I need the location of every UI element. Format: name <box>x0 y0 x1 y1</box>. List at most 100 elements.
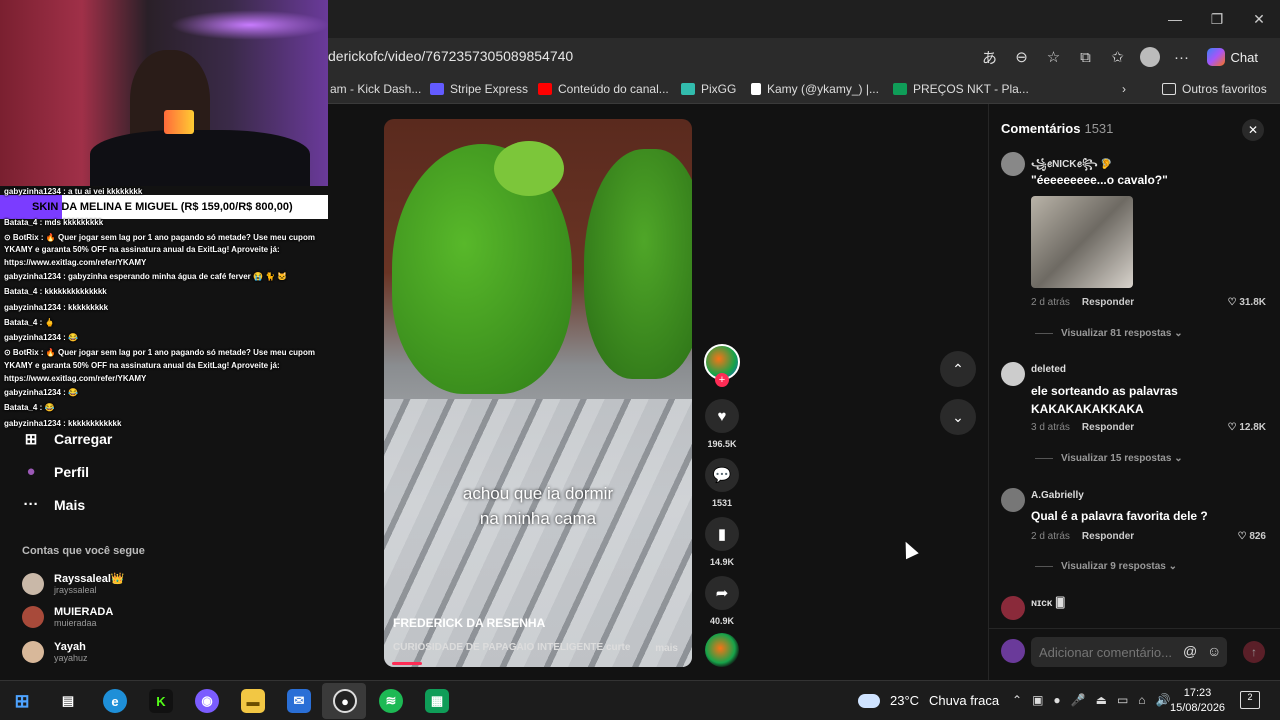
display-icon[interactable]: ▭ <box>1117 693 1128 707</box>
comments-title: Comentários 1531 <box>1001 121 1114 136</box>
outlook-icon[interactable]: ✉ <box>287 689 311 713</box>
profile-avatar[interactable] <box>1137 44 1163 70</box>
close-window-icon[interactable]: ✕ <box>1238 0 1280 38</box>
edge-browser-icon[interactable]: e <box>103 689 127 713</box>
eject-icon[interactable]: ⏏ <box>1096 693 1107 707</box>
volume-icon[interactable]: 🔊 <box>1156 693 1171 707</box>
close-comments-icon[interactable]: ✕ <box>1242 119 1264 141</box>
extension-icon[interactable]: ⧉ <box>1073 44 1099 70</box>
bookmarks-overflow-chevron-icon[interactable]: › <box>1122 82 1126 96</box>
maximize-icon[interactable]: ❐ <box>1196 0 1238 38</box>
tray-obs-icon[interactable]: ● <box>1053 693 1060 707</box>
avatar[interactable] <box>1001 362 1025 386</box>
network-icon[interactable]: ⌂ <box>1138 693 1145 707</box>
follow-plus-icon[interactable]: + <box>715 373 729 387</box>
comment-button[interactable]: 💬 1531 <box>704 458 740 508</box>
zoom-icon[interactable]: ⊖ <box>1009 44 1035 70</box>
obs-icon[interactable]: ● <box>333 689 357 713</box>
sidebar-item-upload[interactable]: ⊞ Carregar <box>22 430 113 448</box>
windows-start-icon[interactable]: ⊞ <box>10 689 34 713</box>
file-explorer-icon[interactable]: ▬ <box>241 689 265 713</box>
chat-message[interactable]: https://www.exitlag.com/refer/YKAMY <box>4 257 146 268</box>
chat-label: Chat <box>1230 49 1258 65</box>
save-button[interactable]: ▮ 14.9K <box>704 517 740 567</box>
other-favorites-folder[interactable]: Outros favoritos <box>1162 82 1267 96</box>
tiktok-page: ⊞ Carregar ● Perfil ··· Mais Contas que … <box>0 104 1280 680</box>
avatar[interactable] <box>1001 152 1025 176</box>
notification-center-icon[interactable]: 2 <box>1240 691 1260 709</box>
sheets-app-icon[interactable]: ▦ <box>425 689 449 713</box>
comment-like-button[interactable]: ♡ 12.8K <box>1228 422 1266 433</box>
favorite-star-icon[interactable]: ☆ <box>1041 44 1067 70</box>
minimize-icon[interactable]: — <box>1154 0 1196 38</box>
bookmark-sheets[interactable]: PREÇOS NKT - Pla... <box>893 82 1029 96</box>
tiktok-icon <box>751 83 761 95</box>
following-account[interactable]: MUIERADA muieradaa <box>22 606 113 628</box>
like-button[interactable]: ♥ 196.5K <box>704 399 740 449</box>
music-disc-icon[interactable] <box>705 633 739 667</box>
microphone-icon <box>164 110 194 134</box>
previous-video-chevron-up-icon[interactable]: ⌃ <box>940 351 976 387</box>
mention-icon[interactable]: @ <box>1183 643 1197 659</box>
tray-chevron-up-icon[interactable]: ⌃ <box>1012 693 1022 707</box>
comment-like-button[interactable]: ♡ 826 <box>1238 531 1266 542</box>
heart-icon: ♥ <box>705 399 739 433</box>
discord-icon[interactable]: ◉ <box>195 689 219 713</box>
view-replies-button[interactable]: Visualizar 9 respostas ⌄ <box>1035 561 1177 572</box>
windows-taskbar: ⊞ ▤ e K ◉ ▬ ✉ ● ≋ ▦ 23°C Chuva fraca ⌃ ▣… <box>0 680 1280 720</box>
bookmark-tiktok[interactable]: Kamy (@ykamy_) |... <box>751 82 879 96</box>
comment-input[interactable] <box>1031 637 1227 667</box>
led-light <box>170 10 328 40</box>
next-video-chevron-down-icon[interactable]: ⌄ <box>940 399 976 435</box>
weather-widget[interactable]: 23°C Chuva fraca <box>858 693 999 708</box>
video-progress-bar[interactable] <box>392 662 422 665</box>
comment-text: ele sorteando as palavras KAKAKAKAKKAKA <box>1031 384 1178 416</box>
send-arrow-icon[interactable]: ↑ <box>1243 641 1265 663</box>
video-player[interactable]: achou que ia dormir na minha cama FREDER… <box>384 119 692 667</box>
following-account[interactable]: Rayssaleal👑 jrayssaleal <box>22 572 125 595</box>
url-field[interactable]: derickofc/video/7672357305089854740 <box>328 48 573 64</box>
view-replies-button[interactable]: Visualizar 81 respostas ⌄ <box>1035 328 1183 339</box>
share-icon: ➦ <box>705 576 739 610</box>
following-account[interactable]: Yayah yayahuz <box>22 641 88 663</box>
spotify-icon[interactable]: ≋ <box>379 689 403 713</box>
reply-button[interactable]: Responder <box>1082 531 1134 542</box>
bookmark-kick[interactable]: am - Kick Dash... <box>330 82 421 96</box>
avatar[interactable] <box>1001 596 1025 620</box>
taskbar-clock[interactable]: 17:23 15/08/2026 <box>1170 686 1225 716</box>
tray-app-icon[interactable]: ▣ <box>1032 693 1043 707</box>
comment-username[interactable]: ɴɪᴄᴋ 🂠 <box>1031 598 1065 609</box>
microphone-tray-icon[interactable]: 🎤 <box>1071 693 1086 707</box>
reply-button[interactable]: Responder <box>1082 422 1134 433</box>
bookmark-stripe[interactable]: Stripe Express <box>430 82 528 96</box>
sidebar-item-more[interactable]: ··· Mais <box>22 496 86 513</box>
copilot-chat-button[interactable]: Chat <box>1201 48 1264 66</box>
bookmark-youtube[interactable]: Conteúdo do canal... <box>538 82 669 96</box>
chat-message[interactable]: https://www.exitlag.com/refer/YKAMY <box>4 373 146 384</box>
description-more-link[interactable]: mais <box>655 643 678 654</box>
avatar[interactable] <box>1001 488 1025 512</box>
bookmark-pixgg[interactable]: PixGG <box>681 82 736 96</box>
comment-username[interactable]: deleted <box>1031 364 1066 375</box>
sidebar-item-profile[interactable]: ● Perfil <box>22 463 89 480</box>
comment-icon: 💬 <box>705 458 739 492</box>
chat-message: YKAMY e garanta 50% OFF na assinatura an… <box>4 245 280 254</box>
chat-message: Batata_4 : mds kkkkkkkkk <box>4 218 104 227</box>
kick-app-icon[interactable]: K <box>149 689 173 713</box>
comment-username[interactable]: A.Gabrielly <box>1031 490 1084 501</box>
reply-button[interactable]: Responder <box>1082 297 1134 308</box>
video-author[interactable]: FREDERICK DA RESENHA <box>393 616 545 630</box>
favorites-icon[interactable]: ✩ <box>1105 44 1131 70</box>
chat-message: YKAMY e garanta 50% OFF na assinatura an… <box>4 361 280 370</box>
translate-icon[interactable]: あ <box>977 44 1003 70</box>
share-button[interactable]: ➦ 40.9K <box>704 576 740 626</box>
comment-like-button[interactable]: ♡ 31.8K <box>1228 297 1266 308</box>
chat-message: Batata_4 : 🖕 <box>4 318 55 327</box>
task-view-icon[interactable]: ▤ <box>56 689 80 713</box>
share-count: 40.9K <box>709 616 735 626</box>
view-replies-button[interactable]: Visualizar 15 respostas ⌄ <box>1035 453 1183 464</box>
chat-message: gabyzinha1234 : kkkkkkkkkkkk <box>4 419 122 428</box>
menu-dots-icon[interactable]: ··· <box>1169 44 1195 70</box>
comment-meta: 2 d atrás Responder <box>1031 531 1135 542</box>
emoji-icon[interactable]: ☺ <box>1207 643 1221 659</box>
